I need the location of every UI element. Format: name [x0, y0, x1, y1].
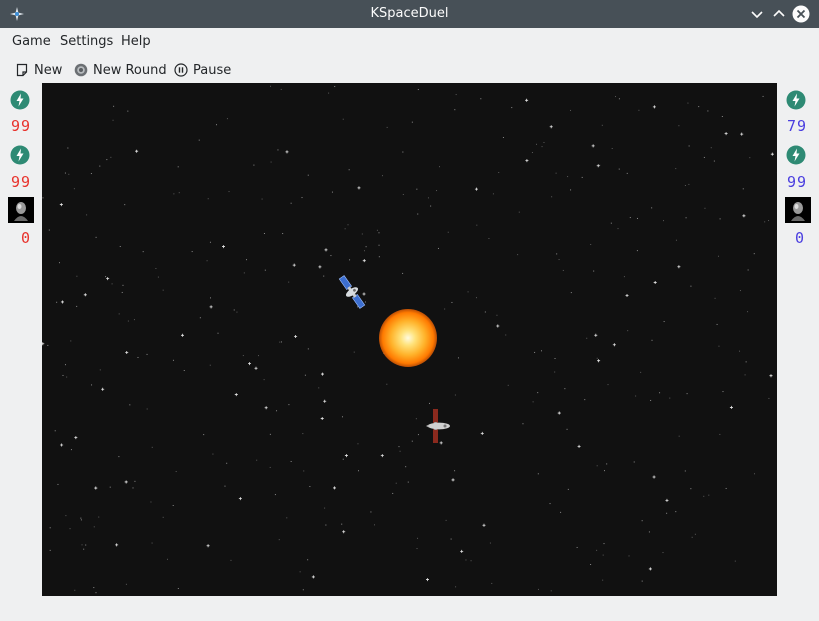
close-icon[interactable]: [792, 5, 810, 23]
pilot-portrait-icon: [8, 197, 34, 223]
menu-settings[interactable]: Settings: [60, 34, 113, 49]
energy-icon: [786, 145, 806, 165]
new-round-button-label: New Round: [93, 62, 167, 78]
new-button[interactable]: New: [15, 61, 62, 79]
new-document-icon: [16, 63, 28, 77]
pause-icon: [174, 63, 188, 77]
chevron-up-icon[interactable]: [770, 5, 788, 23]
pause-button-label: Pause: [193, 62, 232, 78]
title-bar: KSpaceDuel: [0, 0, 819, 28]
right-hitpoints-value: 99: [786, 173, 808, 191]
player-ship-red: [426, 409, 450, 443]
window-title: KSpaceDuel: [370, 6, 449, 21]
energy-icon: [786, 90, 806, 110]
new-button-label: New: [34, 62, 63, 78]
sun: [379, 309, 437, 367]
player-ship-blue: [338, 275, 366, 309]
game-field[interactable]: [42, 83, 777, 596]
energy-icon: [10, 145, 30, 165]
menu-bar: Game Settings Help: [0, 28, 819, 54]
new-round-icon: [74, 63, 88, 77]
chevron-down-icon[interactable]: [748, 5, 766, 23]
energy-icon: [10, 90, 30, 110]
left-hitpoints-value: 99: [10, 173, 32, 191]
menu-game[interactable]: Game: [12, 34, 51, 49]
left-energy-value: 99: [10, 117, 32, 135]
menu-help[interactable]: Help: [121, 34, 151, 49]
right-wins-value: 0: [794, 229, 806, 247]
right-energy-value: 79: [786, 117, 808, 135]
pilot-portrait-icon: [785, 197, 811, 223]
toolbar: New New Round Pause: [0, 56, 819, 82]
pause-button[interactable]: Pause: [174, 61, 231, 79]
new-round-button[interactable]: New Round: [74, 61, 167, 79]
left-wins-value: 0: [20, 229, 32, 247]
